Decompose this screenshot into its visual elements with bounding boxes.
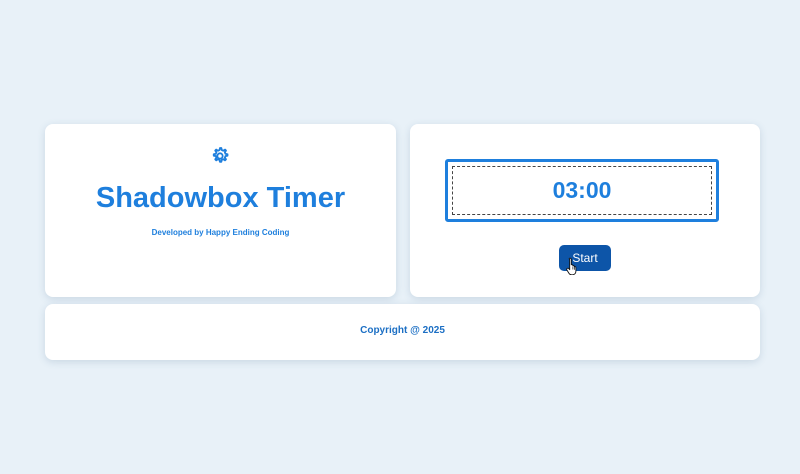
copyright-text: Copyright @ 2025 <box>360 325 445 336</box>
gear-icon[interactable] <box>210 146 230 166</box>
page: Shadowbox Timer Developed by Happy Endin… <box>0 0 800 474</box>
footer-card: Copyright @ 2025 <box>45 304 760 360</box>
timer-display-frame: 03:00 <box>445 159 719 222</box>
timer-card: 03:00 Start <box>410 124 760 297</box>
app-title: Shadowbox Timer <box>95 182 346 214</box>
developer-credit: Developed by Happy Ending Coding <box>151 228 290 237</box>
title-card: Shadowbox Timer Developed by Happy Endin… <box>45 124 396 297</box>
timer-display: 03:00 <box>452 166 712 215</box>
start-button[interactable]: Start <box>559 245 611 271</box>
